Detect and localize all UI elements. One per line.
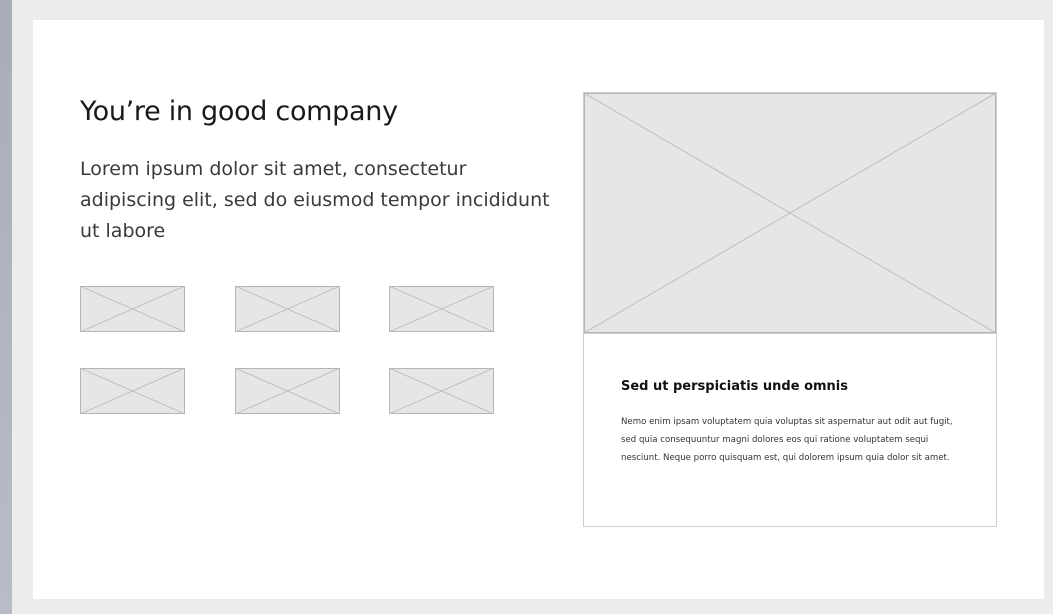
card-body-text: Nemo enim ipsam voluptatem quia voluptas…: [621, 417, 953, 463]
card-title: Sed ut perspiciatis unde omnis: [621, 379, 848, 394]
image-placeholder-icon: [584, 93, 996, 333]
image-placeholder-icon: [235, 286, 340, 332]
image-placeholder-icon: [389, 286, 494, 332]
image-placeholder-icon: [80, 286, 185, 332]
image-placeholder-icon: [389, 368, 494, 414]
image-placeholder-icon: [80, 368, 185, 414]
logo-grid: [80, 286, 494, 414]
logo-placeholder-1: [80, 286, 185, 332]
logo-placeholder-5: [235, 368, 340, 414]
image-placeholder-icon: [235, 368, 340, 414]
logo-placeholder-6: [389, 368, 494, 414]
section-headline: You’re in good company: [80, 96, 398, 127]
logo-placeholder-3: [389, 286, 494, 332]
section-intro-text: Lorem ipsum dolor sit amet, consectetur …: [80, 158, 550, 242]
logo-placeholder-4: [80, 368, 185, 414]
card-image-placeholder: [584, 93, 996, 334]
feature-card: Sed ut perspiciatis unde omnis Nemo enim…: [583, 92, 997, 527]
logo-placeholder-2: [235, 286, 340, 332]
